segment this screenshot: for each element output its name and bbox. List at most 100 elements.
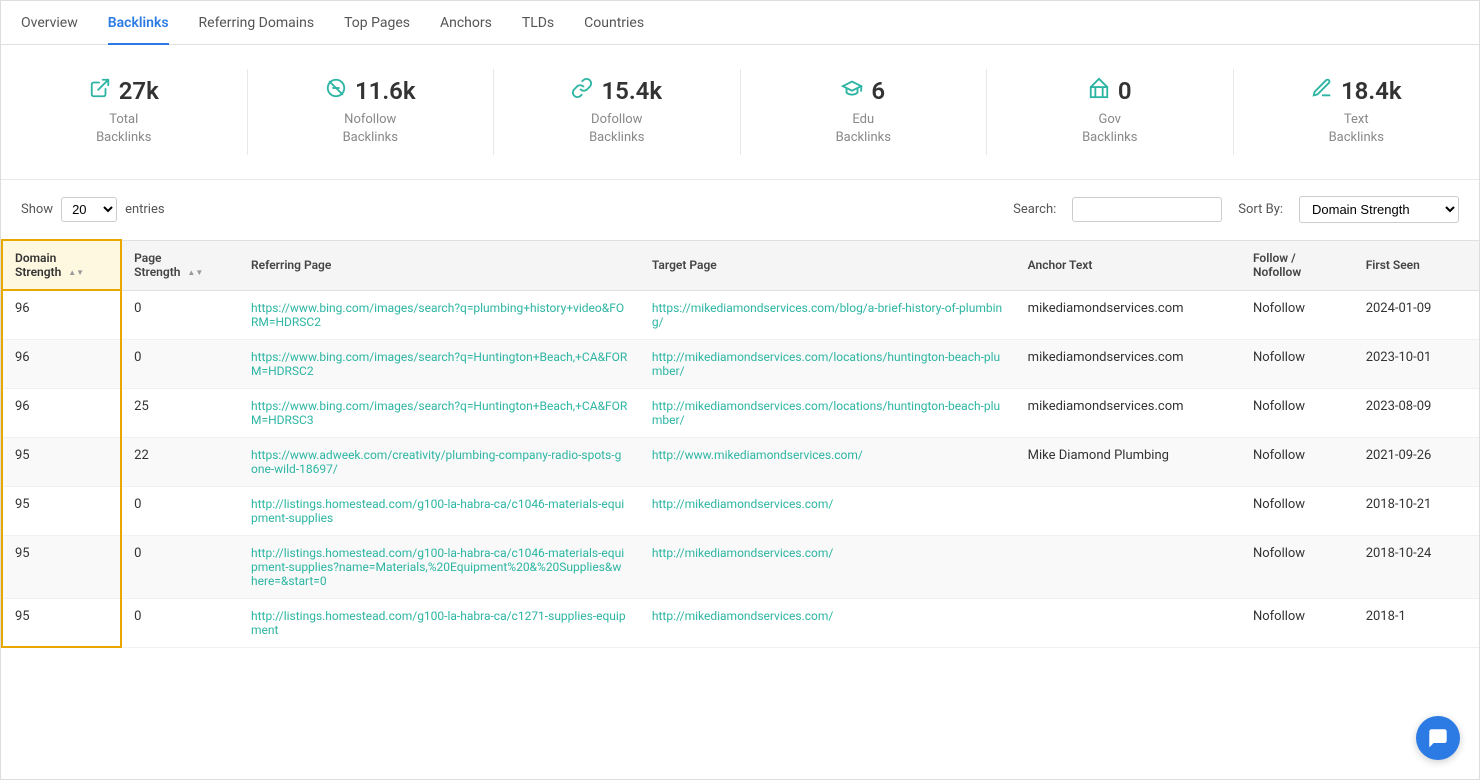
cell-target-page[interactable]: http://mikediamondservices.com/ bbox=[640, 486, 1016, 535]
col-header-target-page: Target Page bbox=[640, 240, 1016, 290]
cell-domain-strength: 96 bbox=[2, 290, 121, 339]
gov-icon bbox=[1088, 77, 1110, 105]
cell-referring-page[interactable]: http://listings.homestead.com/g100-la-ha… bbox=[239, 535, 640, 598]
cell-anchor-text bbox=[1016, 535, 1241, 598]
cell-anchor-text bbox=[1016, 486, 1241, 535]
total-backlinks-label: TotalBacklinks bbox=[21, 111, 227, 147]
edu-label: EduBacklinks bbox=[761, 111, 967, 147]
stat-gov-backlinks: 0 GovBacklinks bbox=[987, 69, 1234, 155]
search-label: Search: bbox=[1013, 202, 1056, 217]
col-header-page-strength[interactable]: PageStrength ▲▼ bbox=[121, 240, 239, 290]
cell-follow: Nofollow bbox=[1241, 339, 1354, 388]
dofollow-label: DofollowBacklinks bbox=[514, 111, 720, 147]
text-backlinks-label: TextBacklinks bbox=[1254, 111, 1460, 147]
tab-overview[interactable]: Overview bbox=[21, 1, 78, 45]
cell-page-strength: 0 bbox=[121, 486, 239, 535]
col-header-follow: Follow /Nofollow bbox=[1241, 240, 1354, 290]
table-row: 9522https://www.adweek.com/creativity/pl… bbox=[2, 437, 1479, 486]
backlinks-table: DomainStrength ▲▼ PageStrength ▲▼ Referr… bbox=[1, 239, 1479, 648]
cell-target-page[interactable]: https://mikediamondservices.com/blog/a-b… bbox=[640, 290, 1016, 339]
table-row: 9625https://www.bing.com/images/search?q… bbox=[2, 388, 1479, 437]
cell-page-strength: 0 bbox=[121, 535, 239, 598]
tab-tlds[interactable]: TLDs bbox=[522, 1, 554, 45]
cell-domain-strength: 96 bbox=[2, 339, 121, 388]
table-row: 950http://listings.homestead.com/g100-la… bbox=[2, 486, 1479, 535]
cell-first-seen: 2023-10-01 bbox=[1354, 339, 1479, 388]
cell-first-seen: 2018-1 bbox=[1354, 598, 1479, 647]
nav-tabs: Overview Backlinks Referring Domains Top… bbox=[1, 1, 1479, 45]
cell-page-strength: 0 bbox=[121, 290, 239, 339]
cell-page-strength: 25 bbox=[121, 388, 239, 437]
cell-target-page[interactable]: http://mikediamondservices.com/locations… bbox=[640, 388, 1016, 437]
cell-follow: Nofollow bbox=[1241, 598, 1354, 647]
col-header-domain-strength[interactable]: DomainStrength ▲▼ bbox=[2, 240, 121, 290]
cell-target-page[interactable]: http://mikediamondservices.com/ bbox=[640, 535, 1016, 598]
dofollow-value: 15.4k bbox=[601, 77, 662, 105]
table-row: 950http://listings.homestead.com/g100-la… bbox=[2, 535, 1479, 598]
cell-domain-strength: 95 bbox=[2, 486, 121, 535]
cell-anchor-text: mikediamondservices.com bbox=[1016, 388, 1241, 437]
gov-label: GovBacklinks bbox=[1007, 111, 1213, 147]
sort-label: Sort By: bbox=[1238, 202, 1283, 217]
cell-referring-page[interactable]: http://listings.homestead.com/g100-la-ha… bbox=[239, 486, 640, 535]
cell-anchor-text: Mike Diamond Plumbing bbox=[1016, 437, 1241, 486]
cell-referring-page[interactable]: https://www.bing.com/images/search?q=plu… bbox=[239, 290, 640, 339]
chat-bubble-button[interactable] bbox=[1416, 716, 1460, 760]
table-row: 950http://listings.homestead.com/g100-la… bbox=[2, 598, 1479, 647]
cell-referring-page[interactable]: https://www.bing.com/images/search?q=Hun… bbox=[239, 388, 640, 437]
tab-backlinks[interactable]: Backlinks bbox=[108, 1, 169, 45]
cell-anchor-text: mikediamondservices.com bbox=[1016, 339, 1241, 388]
entries-label: entries bbox=[125, 202, 165, 217]
cell-referring-page[interactable]: http://listings.homestead.com/g100-la-ha… bbox=[239, 598, 640, 647]
cell-first-seen: 2023-08-09 bbox=[1354, 388, 1479, 437]
tab-countries[interactable]: Countries bbox=[584, 1, 644, 45]
tab-top-pages[interactable]: Top Pages bbox=[344, 1, 410, 45]
text-icon bbox=[1311, 77, 1333, 105]
stat-edu-backlinks: 6 EduBacklinks bbox=[741, 69, 988, 155]
controls-right: Search: Sort By: Domain Strength Page St… bbox=[1013, 196, 1459, 223]
cell-first-seen: 2018-10-21 bbox=[1354, 486, 1479, 535]
cell-anchor-text: mikediamondservices.com bbox=[1016, 290, 1241, 339]
cell-page-strength: 0 bbox=[121, 339, 239, 388]
cell-page-strength: 22 bbox=[121, 437, 239, 486]
tab-referring-domains[interactable]: Referring Domains bbox=[199, 1, 315, 45]
cell-follow: Nofollow bbox=[1241, 290, 1354, 339]
cell-first-seen: 2024-01-09 bbox=[1354, 290, 1479, 339]
tab-anchors[interactable]: Anchors bbox=[440, 1, 492, 45]
cell-follow: Nofollow bbox=[1241, 388, 1354, 437]
col-header-referring-page: Referring Page bbox=[239, 240, 640, 290]
gov-value: 0 bbox=[1118, 77, 1132, 105]
edu-icon bbox=[841, 77, 863, 105]
sort-arrows-page: ▲▼ bbox=[187, 269, 203, 277]
cell-anchor-text bbox=[1016, 598, 1241, 647]
cell-referring-page[interactable]: https://www.adweek.com/creativity/plumbi… bbox=[239, 437, 640, 486]
cell-target-page[interactable]: http://mikediamondservices.com/ bbox=[640, 598, 1016, 647]
cell-domain-strength: 95 bbox=[2, 598, 121, 647]
nofollow-value: 11.6k bbox=[355, 77, 416, 105]
cell-target-page[interactable]: http://www.mikediamondservices.com/ bbox=[640, 437, 1016, 486]
show-select[interactable]: 20 50 100 bbox=[61, 197, 117, 222]
stat-nofollow-backlinks: 11.6k NofollowBacklinks bbox=[248, 69, 495, 155]
nofollow-icon bbox=[325, 77, 347, 105]
controls-left: Show 20 50 100 entries bbox=[21, 197, 1003, 222]
cell-first-seen: 2021-09-26 bbox=[1354, 437, 1479, 486]
cell-follow: Nofollow bbox=[1241, 437, 1354, 486]
table-row: 960https://www.bing.com/images/search?q=… bbox=[2, 339, 1479, 388]
cell-first-seen: 2018-10-24 bbox=[1354, 535, 1479, 598]
cell-target-page[interactable]: http://mikediamondservices.com/locations… bbox=[640, 339, 1016, 388]
cell-domain-strength: 96 bbox=[2, 388, 121, 437]
cell-domain-strength: 95 bbox=[2, 535, 121, 598]
controls-row: Show 20 50 100 entries Search: Sort By: … bbox=[1, 180, 1479, 239]
external-link-icon bbox=[89, 77, 111, 105]
search-input[interactable] bbox=[1072, 197, 1222, 222]
nofollow-label: NofollowBacklinks bbox=[268, 111, 474, 147]
cell-referring-page[interactable]: https://www.bing.com/images/search?q=Hun… bbox=[239, 339, 640, 388]
table-row: 960https://www.bing.com/images/search?q=… bbox=[2, 290, 1479, 339]
table-wrapper: DomainStrength ▲▼ PageStrength ▲▼ Referr… bbox=[1, 239, 1479, 668]
cell-page-strength: 0 bbox=[121, 598, 239, 647]
text-backlinks-value: 18.4k bbox=[1341, 77, 1402, 105]
sort-select[interactable]: Domain Strength Page Strength First Seen… bbox=[1299, 196, 1459, 223]
total-backlinks-value: 27k bbox=[119, 77, 159, 105]
col-header-anchor-text: Anchor Text bbox=[1016, 240, 1241, 290]
stat-text-backlinks: 18.4k TextBacklinks bbox=[1234, 69, 1480, 155]
